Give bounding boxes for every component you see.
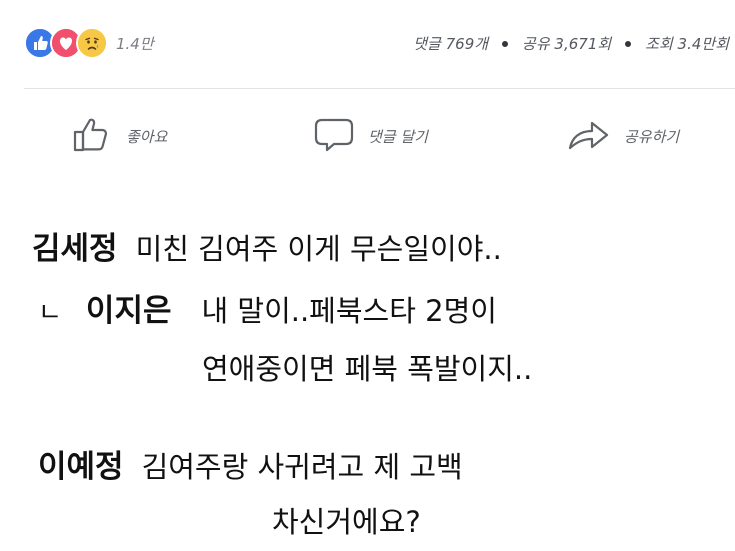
separator-dot: [502, 40, 509, 47]
like-label: 좋아요: [126, 127, 168, 146]
reaction-count[interactable]: 1.4만: [116, 33, 154, 54]
speech-bubble-icon: [312, 112, 356, 160]
share-button[interactable]: 공유하기: [566, 114, 679, 158]
like-button[interactable]: 좋아요: [70, 114, 167, 158]
reactions-stats-bar: 1.4만 댓글 769개 공유 3,671회 조회 3.4만회: [0, 0, 735, 88]
post-action-bar: 좋아요 댓글 달기 공유하기: [0, 100, 735, 180]
reply-1-continued: 연애중이면 페북 폭발이지..: [202, 355, 532, 384]
comment-text-continued: 차신거에요?: [272, 505, 421, 539]
commenter-name[interactable]: 이지은: [86, 293, 172, 329]
sad-reaction-icon: [76, 27, 108, 59]
comment-text-continued: 연애중이면 페북 폭발이지..: [202, 352, 533, 386]
post-meta-counts: 댓글 769개 공유 3,671회 조회 3.4만회: [413, 33, 729, 54]
thumbs-up-outline-icon: [70, 112, 114, 160]
comment-count[interactable]: 댓글 769개: [413, 33, 488, 54]
comment-label: 댓글 달기: [368, 127, 428, 146]
commenter-name[interactable]: 김세정: [32, 231, 118, 267]
share-arrow-icon: [566, 112, 612, 160]
reaction-summary[interactable]: 1.4만: [24, 27, 154, 59]
comment-1: 김세정 미친 김여주 이게 무슨일이야..: [32, 234, 502, 265]
share-label: 공유하기: [624, 127, 680, 146]
commenter-name[interactable]: 이예정: [38, 449, 124, 485]
comment-text: 미친 김여주 이게 무슨일이야..: [135, 232, 502, 266]
comment-2: 이예정 김여주랑 사귀려고 제 고백: [38, 452, 463, 483]
reply-mark: ㄴ: [38, 298, 62, 328]
comment-2-continued: 차신거에요?: [272, 508, 421, 537]
comment-text: 김여주랑 사귀려고 제 고백: [141, 450, 463, 484]
comment-button[interactable]: 댓글 달기: [312, 114, 428, 158]
divider: [24, 88, 735, 89]
share-count[interactable]: 공유 3,671회: [522, 33, 611, 54]
separator-dot: [625, 40, 632, 47]
view-count: 조회 3.4만회: [645, 35, 729, 53]
comment-text: 내 말이..페북스타 2명이: [201, 294, 497, 328]
reply-1: ㄴ 이지은 내 말이..페북스타 2명이: [38, 296, 497, 327]
